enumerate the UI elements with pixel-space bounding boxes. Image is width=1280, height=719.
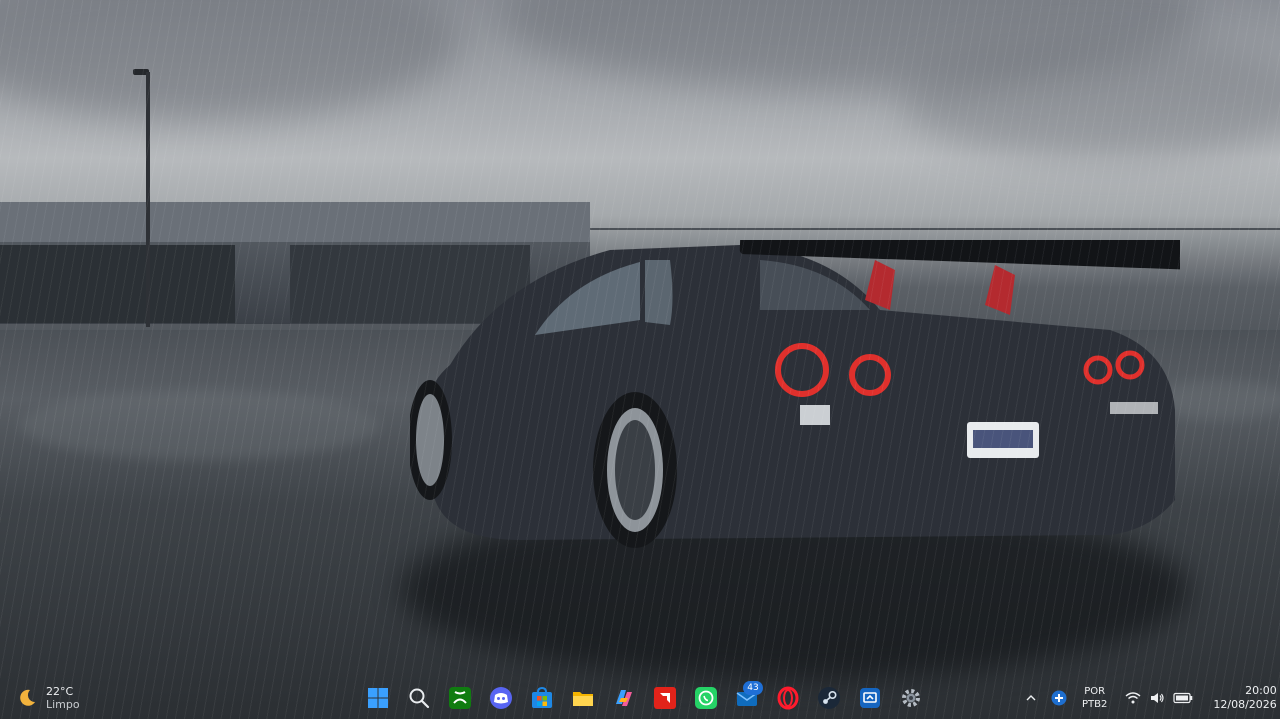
search-icon (409, 688, 430, 709)
store-icon (532, 686, 552, 708)
chevron-up-icon (1026, 695, 1036, 701)
puddle (20, 390, 380, 460)
settings-app[interactable] (893, 680, 929, 716)
front-rim (416, 394, 444, 486)
steam-app[interactable] (811, 680, 847, 716)
battery-icon (1173, 692, 1193, 704)
keyboard-layout: PTB2 (1082, 699, 1108, 710)
moon-icon (20, 689, 35, 706)
xbox-app[interactable] (442, 680, 478, 716)
amd-icon (654, 687, 676, 709)
weather-widget[interactable]: 22°C Limpo (16, 682, 80, 714)
shield-plus-icon (1051, 690, 1067, 706)
wifi-icon (1125, 692, 1141, 704)
folder-icon (573, 692, 593, 706)
remote-icon (860, 688, 880, 708)
license-plate-characters (973, 430, 1033, 448)
rear-decal (800, 405, 830, 425)
search-button[interactable] (401, 680, 437, 716)
hangar-roof (0, 202, 590, 242)
language-code: POR (1084, 686, 1106, 697)
language-indicator[interactable]: POR PTB2 (1076, 685, 1113, 711)
spoiler-mount-right (985, 265, 1015, 315)
rear-hub (615, 420, 655, 520)
taskbar-apps: 43 (360, 680, 929, 716)
copilot-icon (616, 690, 632, 706)
fence-line (590, 228, 1280, 230)
discord-icon (490, 687, 512, 709)
opera-icon (777, 686, 799, 710)
whatsapp-app[interactable] (688, 680, 724, 716)
rear-decal (1110, 402, 1158, 414)
show-hidden-icons-button[interactable] (1020, 682, 1042, 714)
opera-app[interactable] (770, 680, 806, 716)
microsoft-store-app[interactable] (524, 680, 560, 716)
clock-date: 12/08/2026 (1213, 698, 1277, 711)
side-window-rear (645, 260, 673, 325)
quick-settings-button[interactable] (1119, 691, 1199, 705)
hangar-door (0, 245, 235, 323)
clock-date-button[interactable]: 20:00 12/08/2026 (1205, 684, 1280, 712)
cloud (0, 0, 460, 120)
clock-time: 20:00 (1245, 684, 1277, 697)
tray-app-button[interactable] (1048, 682, 1070, 714)
sports-car (410, 240, 1180, 548)
speaker-icon (1151, 693, 1164, 703)
cloud (900, 40, 1280, 160)
copilot-app[interactable] (606, 680, 642, 716)
mail-app[interactable]: 43 (729, 680, 765, 716)
lamp-post (146, 72, 150, 327)
weather-text: 22°C Limpo (46, 685, 80, 711)
start-button[interactable] (360, 680, 396, 716)
steam-icon (818, 687, 840, 709)
desktop-wallpaper (0, 0, 1280, 719)
discord-app[interactable] (483, 680, 519, 716)
system-tray: POR PTB2 20:00 12/08/2026 (1020, 680, 1280, 716)
amd-software-app[interactable] (647, 680, 683, 716)
remote-app[interactable] (852, 680, 888, 716)
windows-logo-icon (368, 688, 388, 708)
xbox-icon (449, 687, 471, 709)
whatsapp-icon (695, 687, 717, 709)
gear-icon (902, 689, 920, 707)
file-explorer-app[interactable] (565, 680, 601, 716)
weather-temperature: 22°C (46, 685, 74, 698)
mail-unread-badge: 43 (743, 681, 763, 695)
weather-condition: Limpo (46, 698, 80, 711)
